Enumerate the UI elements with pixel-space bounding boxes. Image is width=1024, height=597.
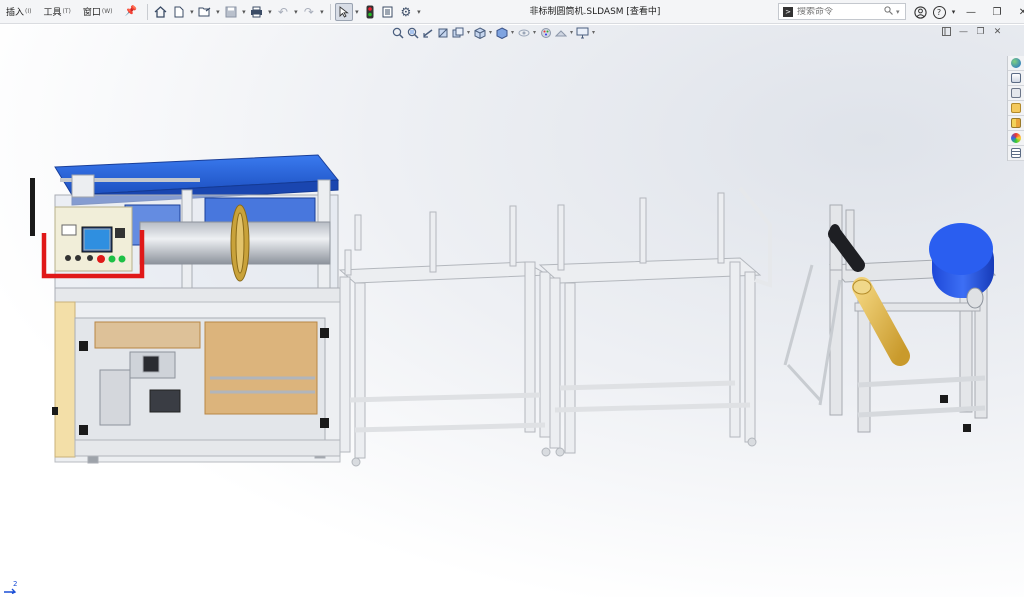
menu-insert[interactable]: 插入 (I) <box>0 0 37 24</box>
viewport-restore-icon[interactable]: ❐ <box>972 27 989 40</box>
file-properties-icon[interactable] <box>379 3 397 21</box>
dynamic-annotation-icon[interactable] <box>450 26 465 40</box>
support-table-2[interactable] <box>538 186 772 457</box>
display-style-dropdown-icon[interactable]: ▾ <box>509 26 516 40</box>
command-prompt-icon: > <box>783 6 793 17</box>
search-dropdown-icon[interactable]: ▾ <box>896 8 905 16</box>
coordinate-triad: 2 <box>3 580 19 596</box>
view-orientation-icon[interactable] <box>472 26 487 40</box>
undo-dropdown-icon[interactable]: ▾ <box>292 3 300 21</box>
appearances-tab[interactable] <box>1008 131 1024 146</box>
new-dropdown-icon[interactable]: ▾ <box>188 3 196 21</box>
menu-insert-label: 插入 <box>6 8 25 18</box>
title-bar: 插入 (I) 工具 (T) 窗口 (W) 📌 ▾ ▾ ▾ ▾ ↶ ▾ ↷ ▾ ▾… <box>0 0 1024 24</box>
scene-dropdown-icon[interactable]: ▾ <box>568 26 575 40</box>
zoom-to-area-icon[interactable] <box>405 26 420 40</box>
view-settings-icon[interactable] <box>575 26 590 40</box>
open-icon[interactable] <box>196 3 214 21</box>
triad-label: 2 <box>13 580 18 588</box>
home-tab-icon <box>1011 73 1021 83</box>
toolbar-separator <box>329 3 331 20</box>
solidworks-resources-tab[interactable] <box>1008 56 1024 71</box>
main-forming-machine[interactable] <box>30 154 341 464</box>
minimize-icon[interactable]: — <box>958 0 984 24</box>
redo-icon[interactable]: ↷ <box>300 3 318 21</box>
folder-icon <box>1011 103 1021 113</box>
menu-window-label: 窗口 <box>82 8 101 18</box>
properties-list-icon <box>1011 148 1021 158</box>
viewport-controls: — ❐ ✕ <box>938 27 1006 40</box>
new-document-icon[interactable] <box>170 3 188 21</box>
hide-show-icon[interactable] <box>516 26 531 40</box>
menu-insert-accel: (I) <box>25 8 32 15</box>
print-dropdown-icon[interactable]: ▾ <box>266 3 274 21</box>
rebuild-icon[interactable] <box>361 3 379 21</box>
title-right-toolbar: ? ▾ — ❐ ✕ <box>912 0 1024 24</box>
edit-appearance-icon[interactable] <box>538 26 553 40</box>
zoom-to-fit-icon[interactable] <box>390 26 405 40</box>
menu-bar: 插入 (I) 工具 (T) 窗口 (W) 📌 <box>0 0 143 24</box>
solidworks-window: 插入 (I) 工具 (T) 窗口 (W) 📌 ▾ ▾ ▾ ▾ ↶ ▾ ↷ ▾ ▾… <box>0 0 1024 597</box>
pin-menu-icon[interactable]: 📌 <box>118 6 142 17</box>
split-view-icon[interactable] <box>938 27 955 40</box>
search-commands-box[interactable]: > ▾ <box>778 3 906 20</box>
graphics-area[interactable]: ▾ ▾ ▾ ▾ ▾ ▾ — ❐ ✕ 2 <box>0 25 1024 597</box>
save-dropdown-icon[interactable]: ▾ <box>240 3 248 21</box>
hide-show-dropdown-icon[interactable]: ▾ <box>531 26 538 40</box>
toolbar-separator <box>146 3 148 20</box>
view-palette-tab[interactable] <box>1008 116 1024 131</box>
globe-icon <box>1011 58 1021 68</box>
quick-access-toolbar: ▾ ▾ ▾ ▾ ↶ ▾ ↷ ▾ ▾ ⚙ ▾ <box>152 0 423 24</box>
menu-tools-accel: (T) <box>62 8 71 15</box>
options-gear-icon[interactable]: ⚙ <box>397 3 415 21</box>
library-icon <box>1011 88 1021 98</box>
undo-icon[interactable]: ↶ <box>274 3 292 21</box>
menu-window-accel: (W) <box>101 8 113 15</box>
help-icon-label: ? <box>932 5 946 19</box>
menu-tools-label: 工具 <box>43 8 62 18</box>
home-tab[interactable] <box>1008 71 1024 86</box>
file-explorer-tab[interactable] <box>1008 101 1024 116</box>
options-dropdown-icon[interactable]: ▾ <box>415 3 423 21</box>
menu-tools[interactable]: 工具 (T) <box>37 0 76 24</box>
support-table-1[interactable] <box>338 205 551 467</box>
orientation-dropdown-icon[interactable]: ▾ <box>487 26 494 40</box>
print-icon[interactable] <box>248 3 266 21</box>
search-input[interactable] <box>797 6 884 17</box>
appearance-ball-icon <box>1011 133 1021 143</box>
select-icon[interactable] <box>334 2 353 21</box>
annotation-dropdown-icon[interactable]: ▾ <box>465 26 472 40</box>
redo-dropdown-icon[interactable]: ▾ <box>318 3 326 21</box>
section-view-icon[interactable] <box>435 26 450 40</box>
palette-icon <box>1011 118 1021 128</box>
menu-window[interactable]: 窗口 (W) <box>77 0 119 24</box>
view-settings-dropdown-icon[interactable]: ▾ <box>590 26 597 40</box>
design-library-tab[interactable] <box>1008 86 1024 101</box>
apply-scene-icon[interactable] <box>553 26 568 40</box>
assembly-model[interactable] <box>0 25 1024 597</box>
select-dropdown-icon[interactable]: ▾ <box>353 3 361 21</box>
viewport-close-icon[interactable]: ✕ <box>989 27 1006 40</box>
viewport-minimize-icon[interactable]: — <box>955 27 972 40</box>
task-pane <box>1007 56 1024 161</box>
display-style-icon[interactable] <box>494 26 509 40</box>
previous-view-icon[interactable] <box>420 26 435 40</box>
save-icon[interactable] <box>222 3 240 21</box>
custom-properties-tab[interactable] <box>1008 146 1024 161</box>
restore-icon[interactable]: ❐ <box>984 0 1010 24</box>
search-icon[interactable] <box>884 5 896 18</box>
document-title: 非标制圆筒机.SLDASM [查看中] <box>529 7 661 17</box>
help-icon[interactable]: ? <box>929 0 949 24</box>
close-icon[interactable]: ✕ <box>1010 0 1024 24</box>
home-icon[interactable] <box>152 3 170 21</box>
help-dropdown-icon[interactable]: ▾ <box>949 0 958 24</box>
open-dropdown-icon[interactable]: ▾ <box>214 3 222 21</box>
heads-up-view-toolbar: ▾ ▾ ▾ ▾ ▾ ▾ <box>390 25 597 40</box>
user-account-icon[interactable] <box>912 0 929 24</box>
unwind-roll-stand[interactable] <box>783 204 997 433</box>
